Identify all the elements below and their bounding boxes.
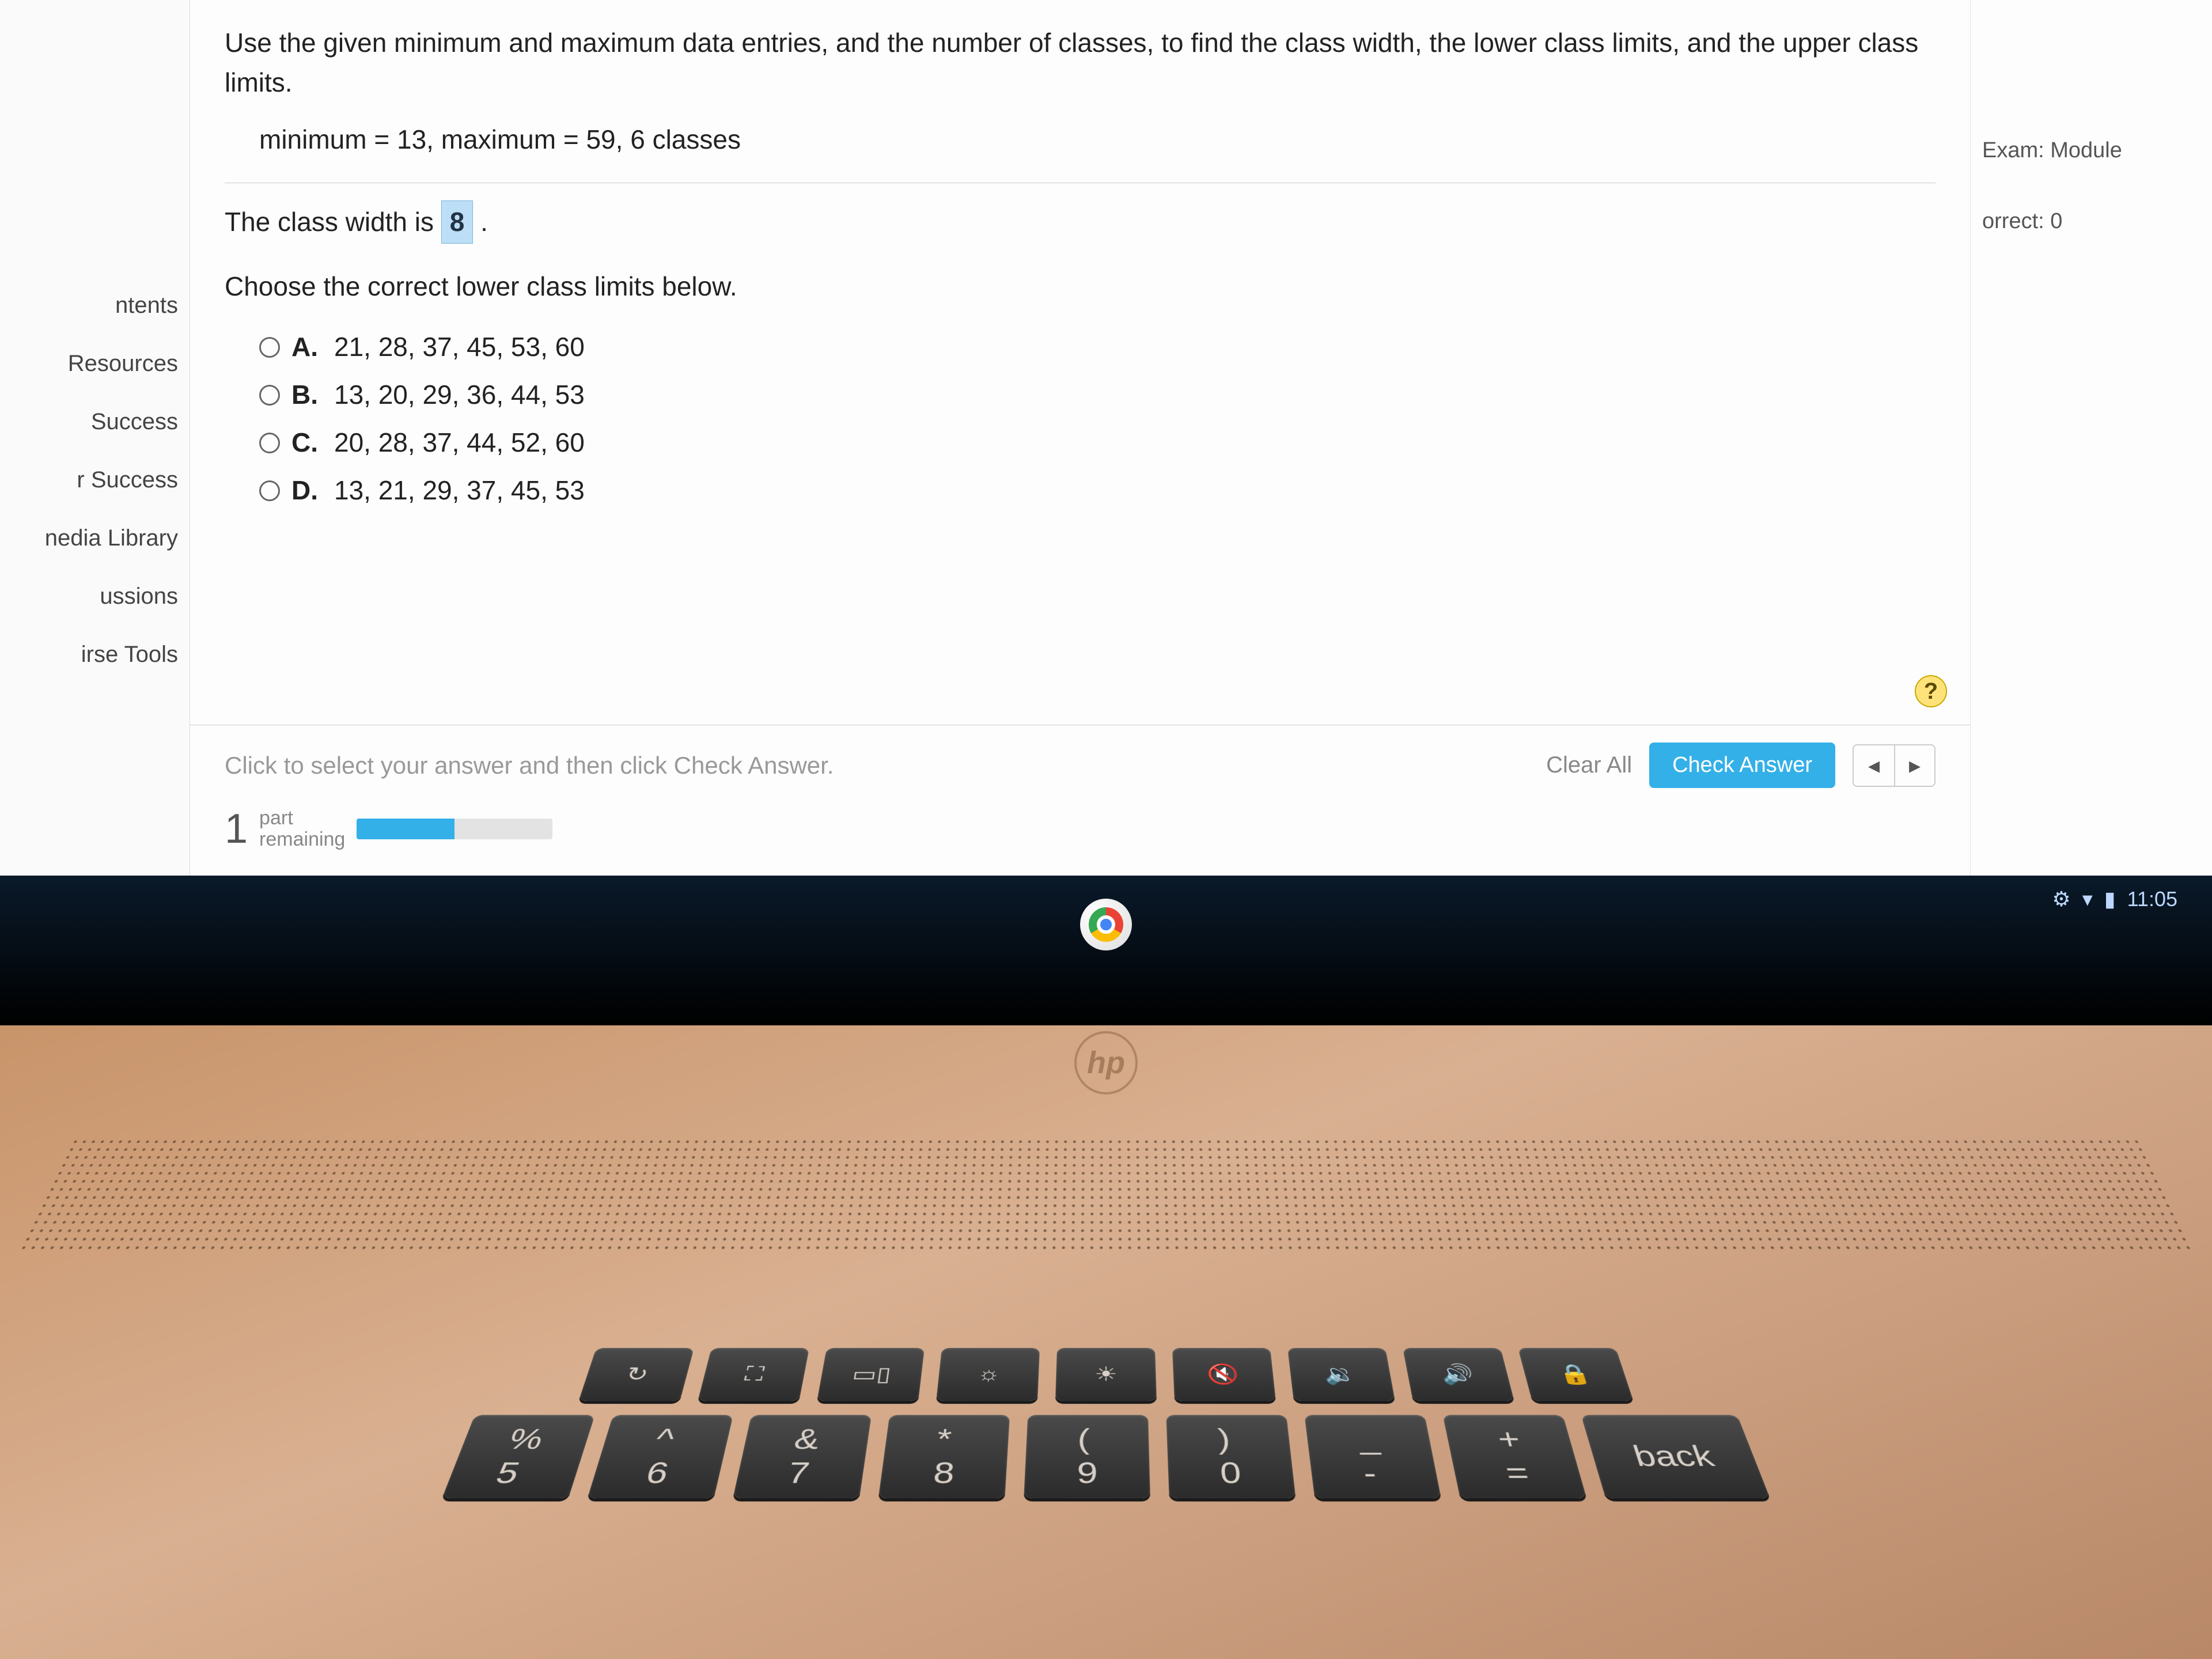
system-tray[interactable]: ⚙ ▾ ▮ 11:05 <box>2052 887 2177 911</box>
question-footer: Click to select your answer and then cli… <box>190 725 1970 876</box>
sidebar-item-label: Success <box>91 409 178 434</box>
key-9[interactable]: (9 <box>1024 1415 1150 1498</box>
wifi-tray-icon[interactable]: ▾ <box>2082 887 2093 911</box>
tray-time: 11:05 <box>2127 887 2177 911</box>
settings-tray-icon[interactable]: ⚙ <box>2052 887 2070 911</box>
key-vol-up[interactable]: 🔊 <box>1403 1348 1514 1401</box>
sidebar-item-label: Resources <box>68 351 178 376</box>
option-b[interactable]: B. 13, 20, 29, 36, 44, 53 <box>259 375 1936 415</box>
key-brightness-up[interactable]: ☀ <box>1055 1348 1157 1401</box>
sidebar-item-media-library[interactable]: nedia Library <box>0 509 190 567</box>
progress-bar <box>357 819 552 839</box>
key-0[interactable]: )0 <box>1166 1415 1296 1498</box>
option-letter: C. <box>291 423 318 463</box>
question-nav: ◂ ▸ <box>1853 744 1936 787</box>
correct-count: orrect: 0 <box>1971 186 2212 257</box>
speaker-grille <box>18 1138 2194 1249</box>
class-width-post: . <box>473 207 488 237</box>
class-width-statement: The class width is 8 . <box>225 200 1936 244</box>
radio-icon[interactable] <box>259 385 280 406</box>
key-equals[interactable]: += <box>1442 1415 1586 1498</box>
footer-instruction: Click to select your answer and then cli… <box>225 752 834 779</box>
option-text: 13, 21, 29, 37, 45, 53 <box>334 471 585 510</box>
parts-remaining-label-2: remaining <box>259 829 345 850</box>
option-letter: D. <box>291 471 318 510</box>
key-refresh[interactable]: ↻ <box>578 1348 694 1401</box>
key-overview[interactable]: ▭▯ <box>817 1348 925 1401</box>
course-sidebar: ntents Resources Success r Success nedia… <box>0 0 190 876</box>
radio-icon[interactable] <box>259 337 280 358</box>
key-brightness-down[interactable]: ☼ <box>936 1348 1040 1401</box>
option-d[interactable]: D. 13, 21, 29, 37, 45, 53 <box>259 471 1936 510</box>
laptop-bezel <box>0 876 2212 1025</box>
key-5[interactable]: %5 <box>442 1415 595 1498</box>
radio-icon[interactable] <box>259 480 280 501</box>
sidebar-item-label: r Success <box>77 467 178 493</box>
hp-logo-icon: hp <box>1074 1031 1138 1094</box>
keyboard: ↻ ⛶ ▭▯ ☼ ☀ 🔇 🔉 🔊 🔒 %5 ^6 &7 *8 (9 )0 _- … <box>0 1348 2212 1620</box>
class-width-answer-box[interactable]: 8 <box>441 200 474 244</box>
sidebar-item-label: irse Tools <box>81 642 178 667</box>
battery-tray-icon[interactable]: ▮ <box>2104 887 2116 911</box>
exam-title: Exam: Module <box>1971 115 2212 186</box>
class-width-pre: The class width is <box>225 207 441 237</box>
progress-fill <box>357 819 454 839</box>
option-text: 13, 20, 29, 36, 44, 53 <box>334 375 585 415</box>
help-icon[interactable]: ? <box>1915 675 1947 707</box>
key-minus[interactable]: _- <box>1304 1415 1441 1498</box>
prev-question-button[interactable]: ◂ <box>1854 745 1894 786</box>
parts-remaining-count: 1 <box>225 805 248 853</box>
sidebar-item-label: nedia Library <box>45 525 178 551</box>
sidebar-item-contents[interactable]: ntents <box>0 276 190 335</box>
option-text: 20, 28, 37, 44, 52, 60 <box>334 423 585 463</box>
radio-icon[interactable] <box>259 433 280 453</box>
key-fullscreen[interactable]: ⛶ <box>698 1348 809 1401</box>
sidebar-item-course-tools[interactable]: irse Tools <box>0 626 190 684</box>
question-given-values: minimum = 13, maximum = 59, 6 classes <box>259 120 1936 160</box>
choose-prompt: Choose the correct lower class limits be… <box>225 267 1936 306</box>
option-a[interactable]: A. 21, 28, 37, 45, 53, 60 <box>259 327 1936 367</box>
clear-all-button[interactable]: Clear All <box>1546 752 1632 778</box>
parts-remaining-label-1: part <box>259 808 345 829</box>
option-letter: A. <box>291 327 318 367</box>
next-question-button[interactable]: ▸ <box>1894 745 1934 786</box>
key-6[interactable]: ^6 <box>588 1415 733 1498</box>
sidebar-item-discussions[interactable]: ussions <box>0 567 190 626</box>
option-letter: B. <box>291 375 318 415</box>
question-panel: Use the given minimum and maximum data e… <box>190 0 1970 876</box>
option-text: 21, 28, 37, 45, 53, 60 <box>334 327 585 367</box>
sidebar-item-success[interactable]: Success <box>0 393 190 451</box>
question-prompt: Use the given minimum and maximum data e… <box>225 23 1936 103</box>
key-mute[interactable]: 🔇 <box>1172 1348 1276 1401</box>
sidebar-item-for-success[interactable]: r Success <box>0 451 190 509</box>
key-8[interactable]: *8 <box>878 1415 1010 1498</box>
chrome-shelf-icon[interactable] <box>1080 899 1132 950</box>
sidebar-item-label: ntents <box>115 293 178 318</box>
sidebar-item-resources[interactable]: Resources <box>0 335 190 393</box>
key-7[interactable]: &7 <box>733 1415 872 1498</box>
exam-info-panel: Exam: Module orrect: 0 <box>1970 0 2212 876</box>
key-backspace[interactable]: back <box>1581 1415 1770 1498</box>
option-c[interactable]: C. 20, 28, 37, 44, 52, 60 <box>259 423 1936 463</box>
key-lock[interactable]: 🔒 <box>1518 1348 1634 1401</box>
sidebar-item-label: ussions <box>100 584 178 609</box>
check-answer-button[interactable]: Check Answer <box>1649 743 1835 788</box>
key-vol-down[interactable]: 🔉 <box>1287 1348 1395 1401</box>
